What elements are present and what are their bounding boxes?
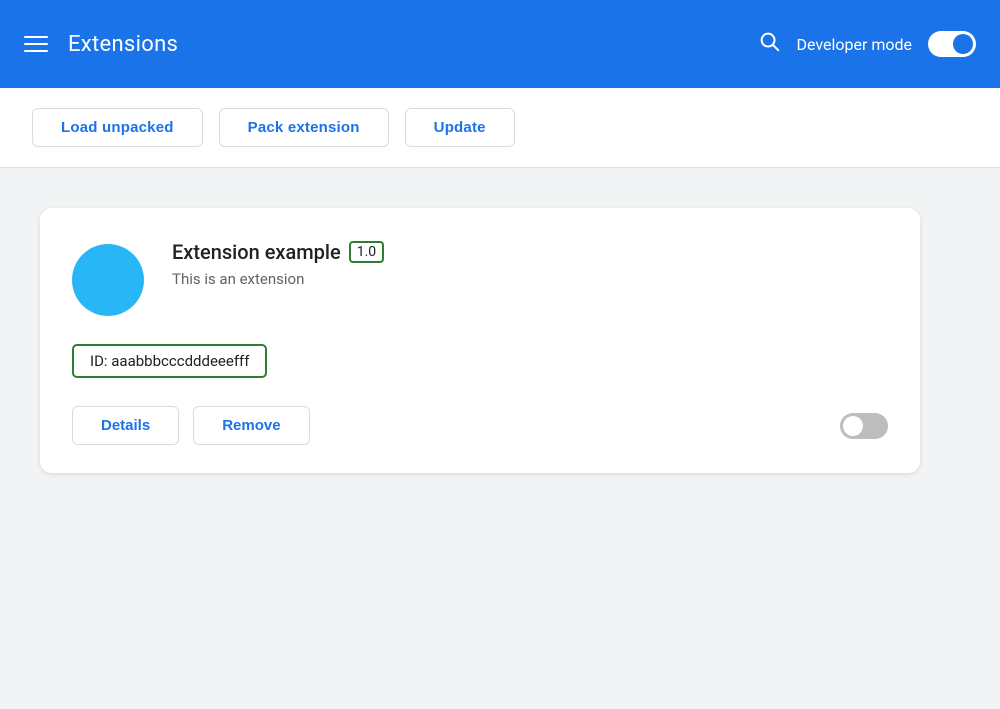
- developer-mode-toggle[interactable]: [928, 31, 976, 57]
- page-title: Extensions: [68, 32, 178, 57]
- extension-info: Extension example 1.0 This is an extensi…: [172, 240, 888, 316]
- extension-card: Extension example 1.0 This is an extensi…: [40, 208, 920, 473]
- remove-button[interactable]: Remove: [193, 406, 309, 445]
- extension-card-top: Extension example 1.0 This is an extensi…: [72, 240, 888, 316]
- header-left: Extensions: [24, 32, 178, 57]
- extension-enable-toggle[interactable]: [840, 413, 888, 439]
- details-button[interactable]: Details: [72, 406, 179, 445]
- main-content: Extension example 1.0 This is an extensi…: [0, 168, 1000, 709]
- pack-extension-button[interactable]: Pack extension: [219, 108, 389, 147]
- extension-name: Extension example: [172, 240, 341, 264]
- extension-card-bottom: Details Remove: [72, 406, 888, 445]
- extension-card-buttons: Details Remove: [72, 406, 310, 445]
- toolbar: Load unpacked Pack extension Update: [0, 88, 1000, 168]
- developer-mode-label: Developer mode: [796, 35, 912, 54]
- extension-description: This is an extension: [172, 270, 888, 288]
- search-icon[interactable]: [758, 30, 780, 58]
- extension-name-row: Extension example 1.0: [172, 240, 888, 264]
- update-button[interactable]: Update: [405, 108, 515, 147]
- load-unpacked-button[interactable]: Load unpacked: [32, 108, 203, 147]
- extension-icon: [72, 244, 144, 316]
- app-header: Extensions Developer mode: [0, 0, 1000, 88]
- header-right: Developer mode: [758, 30, 976, 58]
- extension-version-badge: 1.0: [349, 241, 384, 263]
- extension-id: ID: aaabbbcccdddeeefff: [72, 344, 267, 378]
- menu-icon[interactable]: [24, 36, 48, 52]
